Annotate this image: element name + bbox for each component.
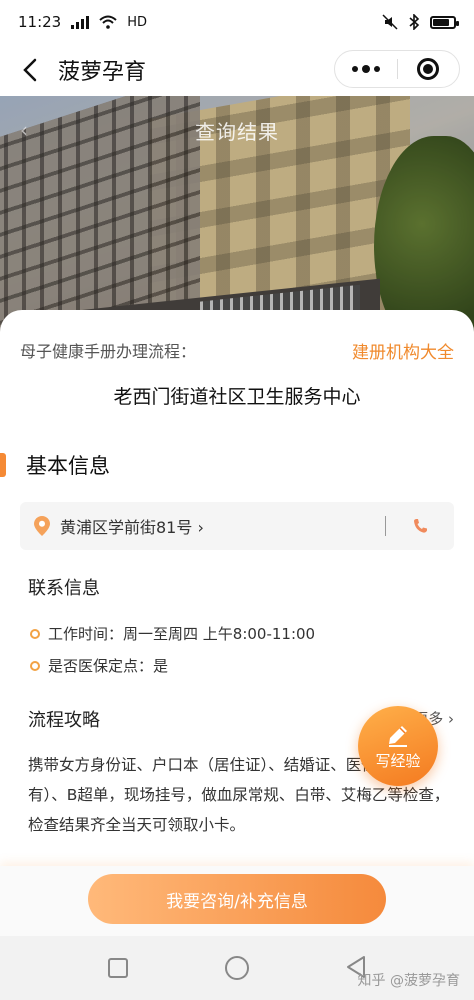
bullet-ring-icon — [30, 628, 40, 639]
section-accent-bar — [0, 453, 6, 477]
more-dots-icon — [351, 65, 380, 73]
battery-fill — [433, 18, 449, 26]
mute-icon — [382, 14, 398, 30]
process-label: 母子健康手册办理流程： — [20, 342, 197, 361]
basic-info-title: 基本信息 — [26, 454, 110, 478]
insurance-line: 是否医保定点：是 — [30, 655, 168, 676]
address-row[interactable]: 黄浦区学前街81号 › — [20, 502, 454, 550]
phone-icon[interactable] — [412, 516, 428, 536]
battery-icon — [430, 15, 459, 29]
insurance-text: 是否医保定点：是 — [48, 657, 169, 675]
basic-info-header: 基本信息 — [0, 450, 110, 480]
bullet-ring-icon — [30, 660, 40, 671]
recent-apps-icon[interactable] — [108, 958, 128, 978]
bluetooth-icon — [409, 14, 420, 30]
chevron-left-icon — [23, 58, 37, 82]
bottom-action-bar: 我要咨询/补充信息 — [0, 866, 474, 936]
org-directory-link[interactable]: 建册机构大全 — [352, 338, 454, 363]
back-button[interactable] — [6, 44, 54, 96]
center-name: 老西门街道社区卫生服务中心 — [113, 386, 361, 408]
system-nav-bar: 知乎 @菠萝孕育 — [0, 936, 474, 1000]
process-row: 母子健康手册办理流程： 建册机构大全 — [20, 338, 454, 363]
target-icon — [417, 58, 440, 80]
guide-title: 流程攻略 — [28, 710, 100, 731]
page-title: 菠萝孕育 — [58, 60, 147, 85]
address-text: 黄浦区学前街81号 › — [60, 518, 204, 537]
write-experience-label: 写经验 — [375, 751, 421, 770]
wifi-icon — [99, 15, 117, 29]
signal-icon — [71, 15, 90, 29]
clock: 11:23 — [18, 13, 62, 31]
hero-title: 查询结果 — [195, 120, 279, 144]
miniprogram-capsule — [334, 50, 460, 88]
write-experience-button[interactable]: 写经验 — [358, 706, 438, 786]
more-button[interactable] — [335, 50, 397, 88]
work-time-line: 工作时间：周一至周四 上午8:00-11:00 — [30, 623, 315, 644]
consult-button[interactable]: 我要咨询/补充信息 — [88, 874, 386, 924]
location-pin-icon — [34, 516, 50, 536]
pen-icon — [389, 725, 407, 747]
watermark: 知乎 @菠萝孕育 — [357, 973, 460, 989]
contact-info-title: 联系信息 — [28, 578, 100, 599]
nav-bar: 菠萝孕育 — [0, 44, 474, 96]
home-icon[interactable] — [225, 956, 249, 980]
work-time-text: 工作时间：周一至周四 上午8:00-11:00 — [48, 625, 316, 643]
address-divider — [385, 516, 386, 536]
status-bar: 11:23 HD — [0, 0, 474, 44]
close-miniprogram-button[interactable] — [397, 50, 459, 88]
network-type: HD — [127, 14, 148, 30]
